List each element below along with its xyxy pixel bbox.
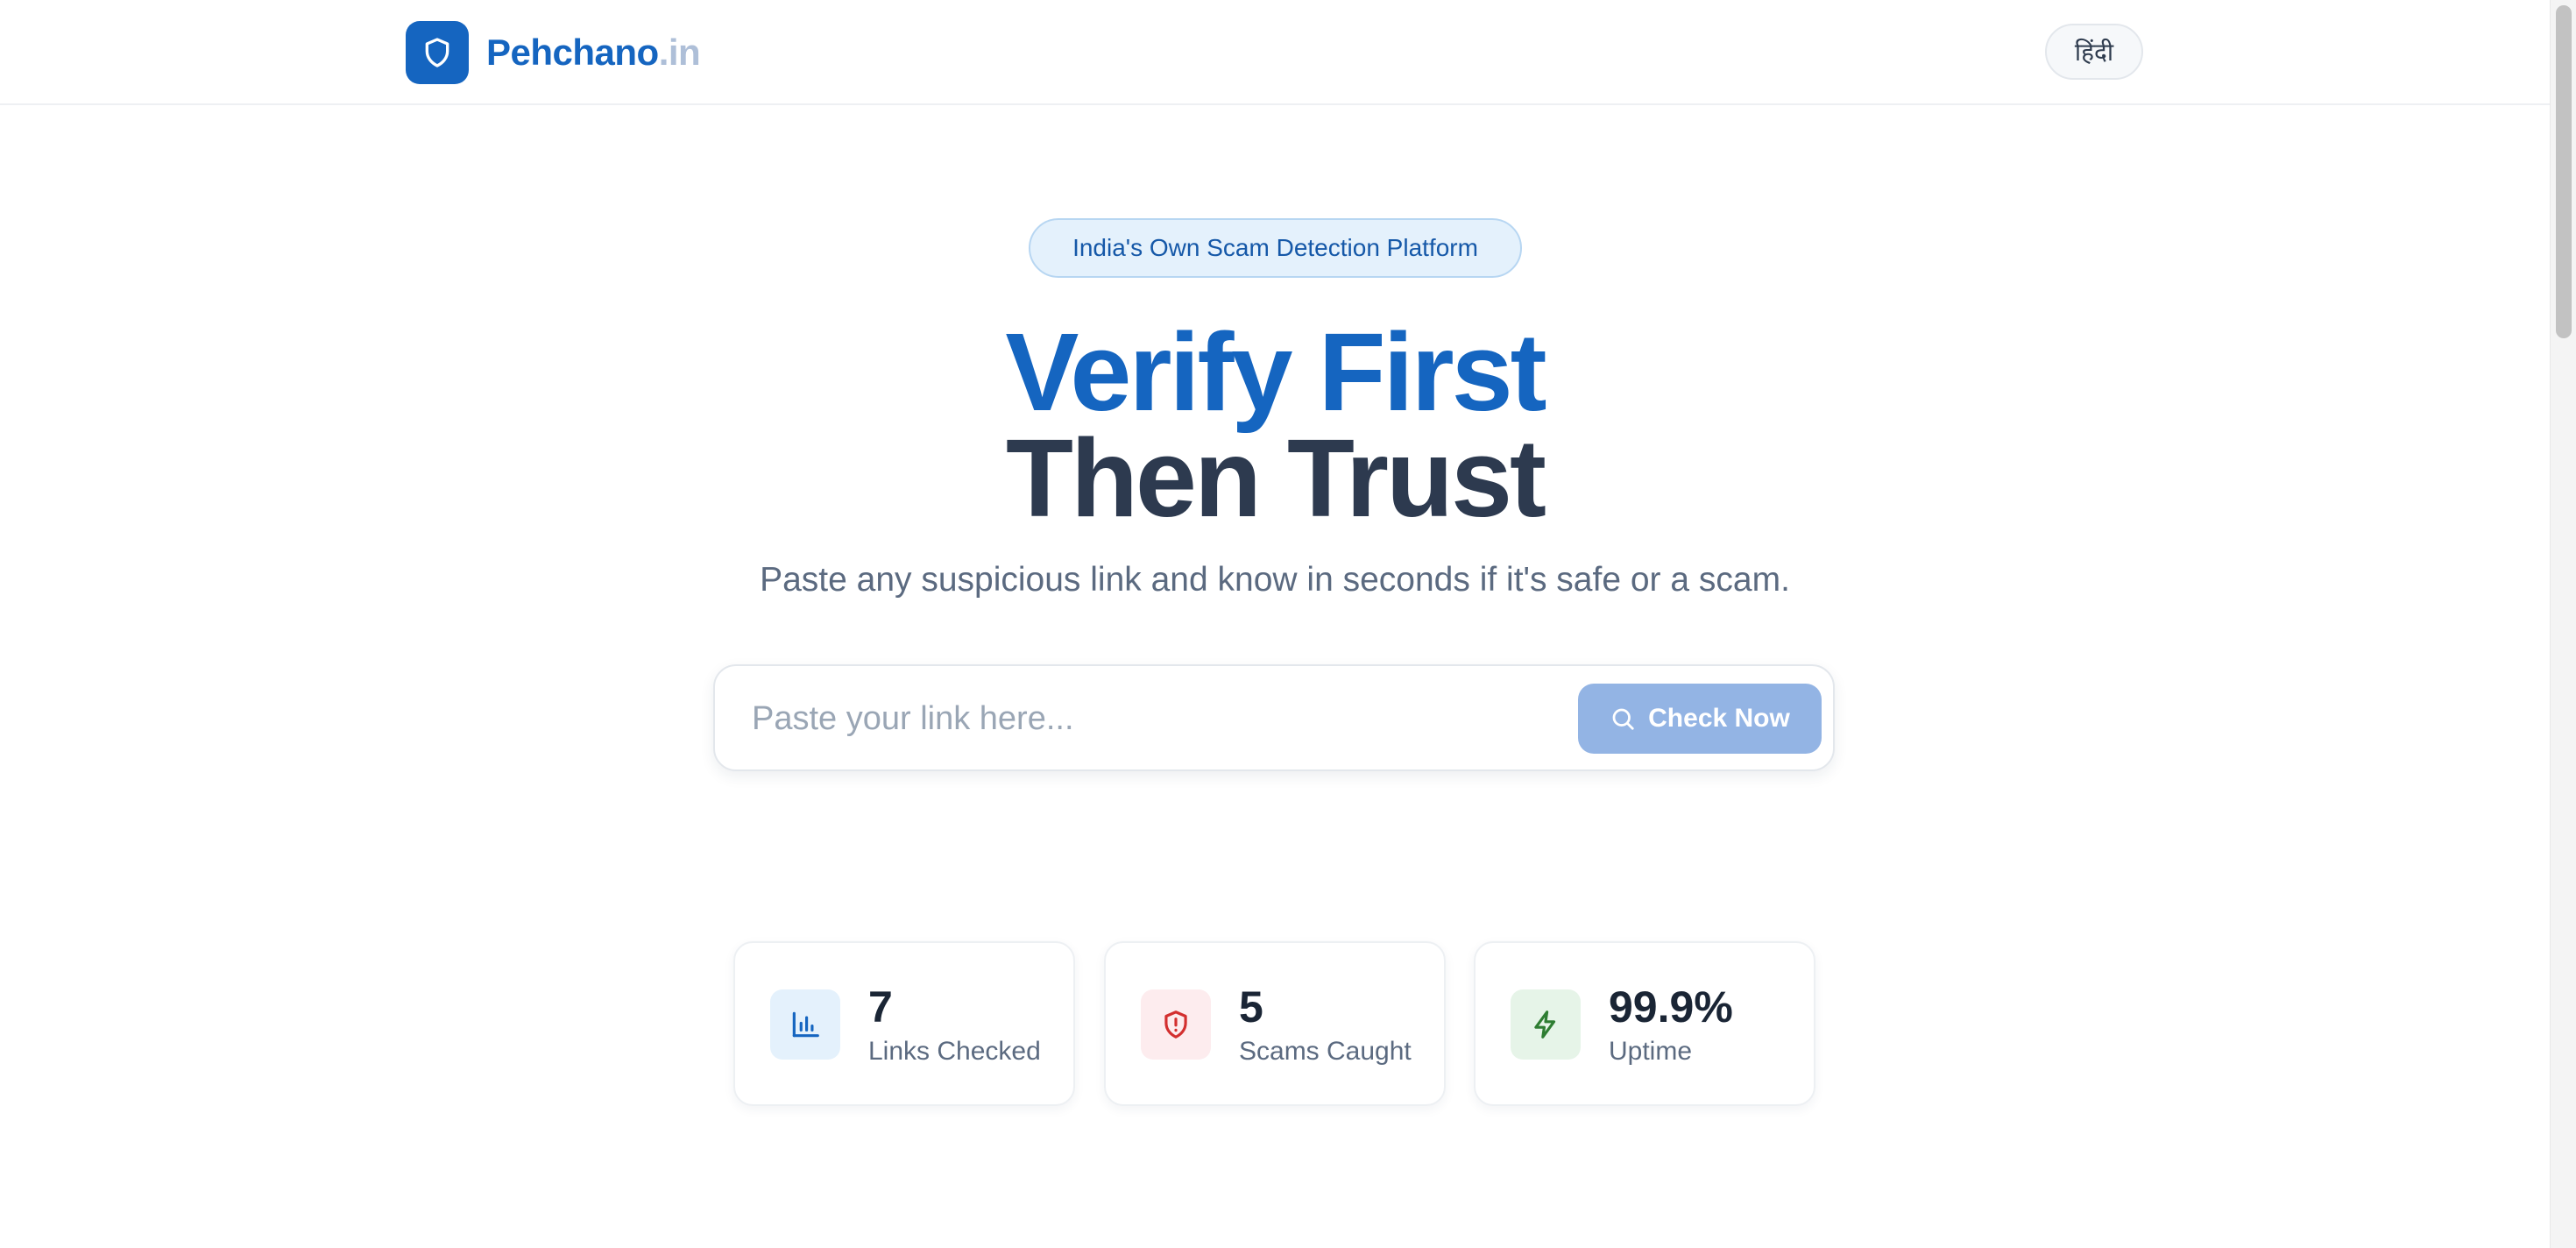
bar-chart-icon [770, 989, 840, 1060]
vertical-scrollbar[interactable] [2550, 0, 2576, 1248]
page: Pehchano.in हिंदी India's Own Scam Detec… [0, 0, 2550, 1248]
stat-card-links-checked: 7 Links Checked [733, 941, 1075, 1106]
brand-name-main: Pehchano [486, 32, 659, 73]
top-nav: Pehchano.in हिंदी [0, 0, 2550, 105]
link-check-form: Check Now [713, 664, 1835, 771]
hero-title-line1: Verify First [1005, 310, 1546, 434]
hero-title-line2: Then Trust [1005, 416, 1546, 540]
brand-logo[interactable]: Pehchano.in [406, 21, 701, 84]
stat-card-uptime: 99.9% Uptime [1474, 941, 1815, 1106]
stat-label: Uptime [1609, 1037, 1693, 1066]
brand-tld: .in [658, 32, 701, 73]
link-input[interactable] [750, 685, 1542, 752]
scrollbar-thumb[interactable] [2556, 5, 2572, 338]
shield-icon [406, 21, 469, 84]
stat-label: Scams Caught [1239, 1037, 1412, 1066]
stat-value: 5 [1239, 982, 1263, 1032]
stat-label: Links Checked [868, 1037, 1041, 1066]
stat-card-scams-caught: 5 Scams Caught [1104, 941, 1446, 1106]
platform-badge: India's Own Scam Detection Platform [1029, 218, 1522, 278]
check-now-label: Check Now [1648, 704, 1790, 733]
search-icon [1612, 708, 1634, 730]
brand-name: Pehchano.in [486, 32, 701, 74]
lightning-icon [1511, 989, 1581, 1060]
shield-alert-icon [1141, 989, 1211, 1060]
check-now-button[interactable]: Check Now [1578, 684, 1822, 754]
stat-value: 99.9% [1609, 982, 1733, 1032]
hero-subtitle: Paste any suspicious link and know in se… [760, 561, 1790, 599]
language-toggle-button[interactable]: हिंदी [2045, 24, 2143, 80]
stat-value: 7 [868, 982, 893, 1032]
